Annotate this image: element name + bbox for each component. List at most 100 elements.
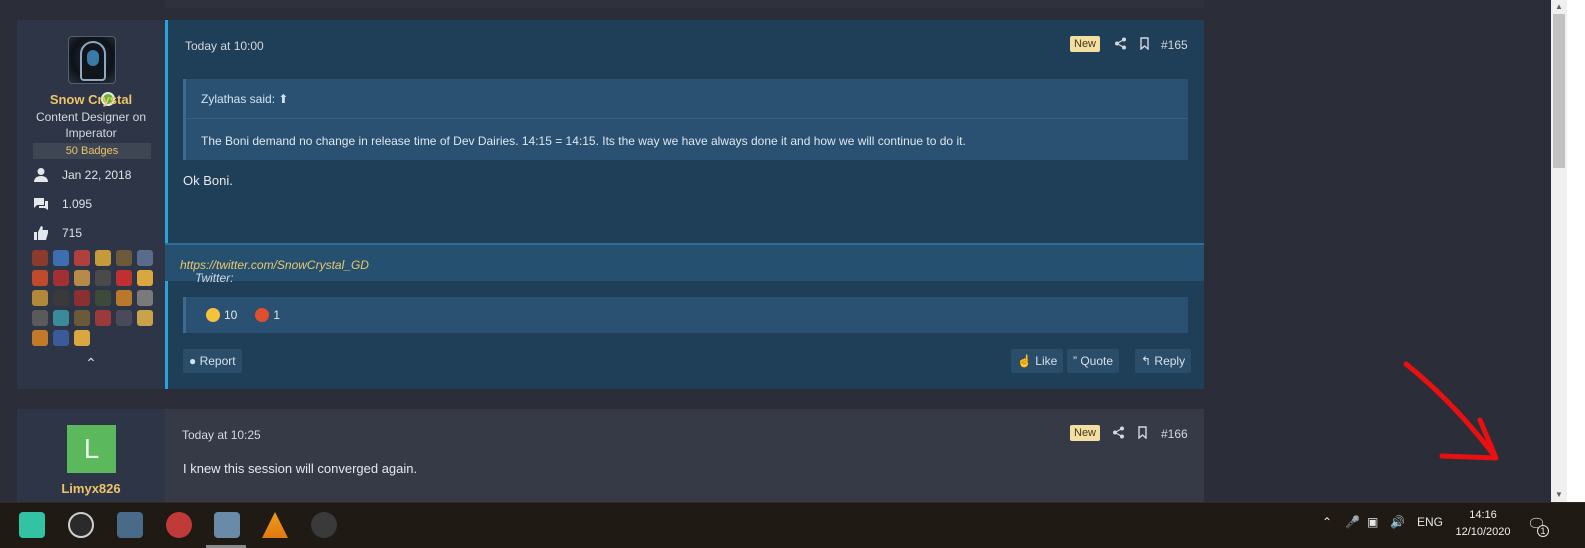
messages-count: 1.095 xyxy=(62,197,93,211)
username-2[interactable]: Limyx826 xyxy=(17,481,165,496)
previous-post-bottom xyxy=(165,0,1204,8)
calculator-icon[interactable] xyxy=(117,512,143,538)
report-icon: ● xyxy=(189,354,197,368)
window-edge xyxy=(1567,0,1585,502)
medal-icon[interactable] xyxy=(53,270,69,286)
quote-author[interactable]: Zylathas said: xyxy=(201,92,275,106)
post-number[interactable]: #165 xyxy=(1161,38,1188,52)
vlc-icon[interactable] xyxy=(262,512,288,538)
post-body: Ok Boni. xyxy=(183,173,233,188)
davinci-resolve-icon[interactable] xyxy=(311,512,337,538)
user-info-panel: Snow Crystal Content Designer on Imperat… xyxy=(17,20,165,389)
report-button[interactable]: ● Report xyxy=(183,349,242,373)
medal-icon[interactable] xyxy=(32,330,48,346)
notification-badge: 1 xyxy=(1537,525,1549,537)
scroll-up-icon[interactable]: ▲ xyxy=(1551,0,1567,14)
medal-icon[interactable] xyxy=(116,290,132,306)
medal-icon[interactable] xyxy=(74,290,90,306)
medal-icon[interactable] xyxy=(116,250,132,266)
medal-icon[interactable] xyxy=(74,330,90,346)
reaction-count: 1 xyxy=(273,308,281,322)
scroll-down-icon[interactable]: ▼ xyxy=(1551,488,1567,502)
chevron-up-icon[interactable]: ⌃ xyxy=(84,356,98,370)
post-165: Today at 10:00 New #165 Zylathas said: ⬆… xyxy=(165,20,1204,389)
medal-icon[interactable] xyxy=(137,310,153,326)
reaction-angry[interactable]: 1 xyxy=(255,308,280,322)
network-icon[interactable]: ▣ xyxy=(1367,515,1378,529)
medal-icon[interactable] xyxy=(32,250,48,266)
medal-icon[interactable] xyxy=(53,310,69,326)
quote-label: Quote xyxy=(1080,354,1114,368)
user-avatar-2[interactable]: L xyxy=(67,425,116,473)
trophy-medals xyxy=(32,250,160,349)
scrollbar-thumb[interactable] xyxy=(1553,14,1565,168)
quote-block: Zylathas said: ⬆ The Boni demand no chan… xyxy=(183,79,1188,160)
quote-text: The Boni demand no change in release tim… xyxy=(201,134,966,148)
streamlabs-icon[interactable] xyxy=(19,512,45,538)
quote-header[interactable]: Zylathas said: ⬆ xyxy=(201,92,288,106)
medal-icon[interactable] xyxy=(137,290,153,306)
medal-icon[interactable] xyxy=(137,270,153,286)
medal-icon[interactable] xyxy=(95,270,111,286)
medal-icon[interactable] xyxy=(32,290,48,306)
reaction-count: 10 xyxy=(224,308,238,322)
clock-date: 12/10/2020 xyxy=(1455,526,1511,538)
user-icon xyxy=(34,168,48,182)
taskbar: ⌃ 🎤 ▣ 🔊 ENG 14:16 12/10/2020 🗨 1 xyxy=(0,502,1585,548)
medal-icon[interactable] xyxy=(74,250,90,266)
like-button[interactable]: ☝ Like xyxy=(1011,349,1064,373)
post-body-2: I knew this session will converged again… xyxy=(183,461,418,476)
bookmark-icon[interactable] xyxy=(1138,37,1151,50)
medal-icon[interactable] xyxy=(32,310,48,326)
quote-button[interactable]: ” Quote xyxy=(1067,349,1120,373)
badges-count[interactable]: 50 Badges xyxy=(33,143,151,159)
reaction-score: 715 xyxy=(62,226,83,240)
reply-label: Reply xyxy=(1154,354,1186,368)
quote-icon: ” xyxy=(1073,354,1077,368)
medal-icon[interactable] xyxy=(137,250,153,266)
paint-icon[interactable] xyxy=(166,512,192,538)
share-icon[interactable] xyxy=(1114,37,1127,50)
post-time[interactable]: Today at 10:00 xyxy=(185,39,264,53)
reply-button[interactable]: ↰ Reply xyxy=(1135,349,1192,373)
thumbs-up-icon: ☝ xyxy=(1017,354,1032,368)
microphone-icon[interactable]: 🎤 xyxy=(1345,515,1360,529)
arrow-up-circle-icon[interactable]: ⬆ xyxy=(278,92,288,106)
medal-icon[interactable] xyxy=(95,310,111,326)
reactions-bar[interactable]: 10 1 xyxy=(183,297,1188,333)
avatar-letter: L xyxy=(83,433,100,464)
post-number-2[interactable]: #166 xyxy=(1161,427,1188,441)
medal-icon[interactable] xyxy=(116,270,132,286)
medal-icon[interactable] xyxy=(74,270,90,286)
system-clock[interactable]: 14:16 12/10/2020 xyxy=(1452,507,1514,541)
medal-icon[interactable] xyxy=(32,270,48,286)
medal-icon[interactable] xyxy=(95,290,111,306)
user-avatar[interactable] xyxy=(68,36,116,84)
laughing-emoji-icon xyxy=(206,308,220,322)
username[interactable]: Snow Crystal xyxy=(17,92,165,107)
share-icon[interactable] xyxy=(1112,426,1125,439)
medal-icon[interactable] xyxy=(95,250,111,266)
bookmark-icon[interactable] xyxy=(1136,426,1149,439)
photos-icon[interactable] xyxy=(214,512,240,538)
obs-icon[interactable] xyxy=(68,512,94,538)
new-badge: New xyxy=(1070,36,1101,52)
signature: Twitter: https://twitter.com/SnowCrystal… xyxy=(165,243,1204,285)
red-arrow-annotation xyxy=(1403,361,1499,461)
joined-stat: Jan 22, 2018 xyxy=(33,166,131,184)
like-label: Like xyxy=(1035,354,1058,368)
reactions-stat: 715 xyxy=(33,224,82,242)
chevron-up-icon[interactable]: ⌃ xyxy=(1322,515,1332,529)
user-info-panel-2: L Limyx826 xyxy=(17,409,165,508)
thumbs-up-icon xyxy=(34,226,48,240)
reaction-laugh[interactable]: 10 xyxy=(206,308,237,322)
signature-link[interactable]: https://twitter.com/SnowCrystal_GD xyxy=(180,258,369,272)
post-time-2[interactable]: Today at 10:25 xyxy=(182,428,261,442)
medal-icon[interactable] xyxy=(116,310,132,326)
medal-icon[interactable] xyxy=(53,290,69,306)
language-indicator[interactable]: ENG xyxy=(1417,515,1443,529)
medal-icon[interactable] xyxy=(74,310,90,326)
medal-icon[interactable] xyxy=(53,250,69,266)
volume-icon[interactable]: 🔊 xyxy=(1390,515,1405,529)
medal-icon[interactable] xyxy=(53,330,69,346)
